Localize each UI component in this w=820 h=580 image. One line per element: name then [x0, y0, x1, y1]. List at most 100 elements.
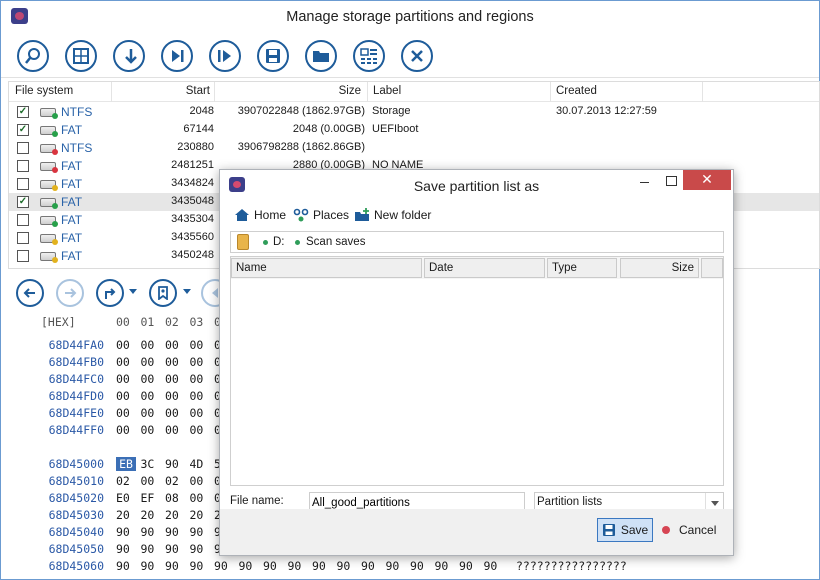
bookmark-dropdown-icon[interactable] [183, 289, 191, 294]
partition-checkbox[interactable] [17, 178, 29, 190]
hex-ascii[interactable]: ???????????????? [516, 559, 627, 573]
hex-byte[interactable]: 00 [190, 372, 210, 386]
hex-byte[interactable]: 00 [141, 372, 161, 386]
hex-byte[interactable]: 90 [165, 525, 185, 539]
hex-byte[interactable]: 00 [165, 355, 185, 369]
hex-byte[interactable]: 90 [165, 457, 185, 471]
partition-row[interactable]: ✓ FAT 67144 2048 (0.00GB) UEFIboot [9, 121, 819, 139]
column-header-created[interactable]: Created [556, 85, 597, 97]
hex-byte[interactable]: 00 [190, 389, 210, 403]
dialog-save-button[interactable]: Save [597, 518, 653, 542]
hex-byte[interactable]: 00 [190, 423, 210, 437]
hex-byte[interactable]: 00 [116, 372, 136, 386]
hex-byte[interactable]: 00 [141, 355, 161, 369]
hex-byte[interactable]: 20 [141, 508, 161, 522]
hex-byte[interactable]: 90 [263, 559, 283, 573]
hex-byte[interactable]: 3C [141, 457, 161, 471]
hex-byte[interactable]: 08 [165, 491, 185, 505]
hex-byte[interactable]: 90 [361, 559, 381, 573]
bookmark-button[interactable] [149, 279, 177, 307]
column-divider[interactable] [214, 82, 215, 102]
hex-byte[interactable]: 00 [165, 389, 185, 403]
column-divider[interactable] [367, 82, 368, 102]
hex-byte[interactable]: 90 [116, 542, 136, 556]
hex-byte[interactable]: 90 [410, 559, 430, 573]
hex-byte[interactable]: 90 [165, 559, 185, 573]
partition-checkbox[interactable] [17, 160, 29, 172]
column-divider[interactable] [111, 82, 112, 102]
jump-button[interactable] [96, 279, 124, 307]
hex-byte[interactable]: 00 [116, 406, 136, 420]
hex-byte[interactable]: 90 [141, 559, 161, 573]
hex-byte[interactable]: 00 [116, 389, 136, 403]
hex-byte[interactable]: 00 [190, 491, 210, 505]
column-header-size[interactable]: Size [620, 258, 699, 278]
hex-byte[interactable]: 90 [288, 559, 308, 573]
dialog-title-bar[interactable]: Save partition list as ✕ [220, 170, 733, 200]
hex-byte[interactable]: 4D [190, 457, 210, 471]
file-list[interactable]: Name Date Type Size [230, 256, 724, 486]
close-list-button[interactable] [401, 40, 433, 72]
hex-byte[interactable]: 00 [116, 355, 136, 369]
column-header-size[interactable]: Size [219, 85, 361, 97]
run-button[interactable] [209, 40, 241, 72]
hex-byte[interactable]: 00 [190, 406, 210, 420]
dialog-cancel-button[interactable]: Cancel [662, 518, 724, 542]
partition-checkbox[interactable]: ✓ [17, 124, 29, 136]
partition-checkbox[interactable] [17, 142, 29, 154]
hex-byte[interactable]: 90 [337, 559, 357, 573]
hex-byte[interactable]: 90 [190, 542, 210, 556]
hex-byte[interactable]: 00 [141, 338, 161, 352]
minimize-button[interactable] [630, 170, 658, 192]
column-header-extra[interactable] [701, 258, 723, 278]
hex-byte[interactable]: 90 [141, 525, 161, 539]
hex-byte[interactable]: 00 [190, 338, 210, 352]
partition-checkbox[interactable] [17, 250, 29, 262]
hex-byte[interactable]: 00 [190, 474, 210, 488]
hex-byte[interactable]: EB [116, 457, 136, 471]
column-header-start[interactable]: Start [114, 85, 210, 97]
hex-byte[interactable]: 90 [484, 559, 504, 573]
hex-byte[interactable]: EF [141, 491, 161, 505]
save-button[interactable] [257, 40, 289, 72]
partition-checkbox[interactable]: ✓ [17, 106, 29, 118]
hex-byte[interactable]: 20 [116, 508, 136, 522]
home-link[interactable]: Home [234, 208, 286, 222]
hex-byte[interactable]: 90 [116, 525, 136, 539]
maximize-button[interactable] [656, 170, 684, 192]
new-folder-link[interactable]: New folder [354, 208, 431, 222]
hex-byte[interactable]: 90 [214, 559, 234, 573]
hex-byte[interactable]: 20 [190, 508, 210, 522]
search-button[interactable] [17, 40, 49, 72]
jump-dropdown-icon[interactable] [129, 289, 137, 294]
hex-byte[interactable]: 00 [116, 338, 136, 352]
hex-byte[interactable]: 00 [165, 338, 185, 352]
open-button[interactable] [305, 40, 337, 72]
partition-row[interactable]: ✓ NTFS 2048 3907022848 (1862.97GB) Storage 30… [9, 103, 819, 121]
column-divider[interactable] [702, 82, 703, 102]
path-bar[interactable]: D: Scan saves [230, 231, 724, 253]
hex-byte[interactable]: 00 [165, 372, 185, 386]
hex-byte[interactable]: E0 [116, 491, 136, 505]
hex-byte[interactable]: 20 [165, 508, 185, 522]
partition-row[interactable]: NTFS 230880 3906798288 (1862.86GB) [9, 139, 819, 157]
hex-byte[interactable]: 90 [459, 559, 479, 573]
column-header-file-system[interactable]: File system [15, 85, 73, 97]
dialog-close-button[interactable]: ✕ [683, 170, 731, 190]
hex-byte[interactable]: 90 [141, 542, 161, 556]
hex-byte[interactable]: 02 [116, 474, 136, 488]
partition-checkbox[interactable] [17, 232, 29, 244]
forward-button[interactable] [56, 279, 84, 307]
hex-byte[interactable]: 00 [141, 474, 161, 488]
column-divider[interactable] [550, 82, 551, 102]
hex-byte[interactable]: 90 [239, 559, 259, 573]
grid-button[interactable] [65, 40, 97, 72]
column-header-date[interactable]: Date [424, 258, 545, 278]
hex-byte[interactable]: 00 [141, 423, 161, 437]
path-drive[interactable]: D: [273, 236, 285, 248]
hex-byte[interactable]: 90 [386, 559, 406, 573]
hex-byte[interactable]: 90 [190, 559, 210, 573]
hex-byte[interactable]: 90 [165, 542, 185, 556]
hex-byte[interactable]: 90 [116, 559, 136, 573]
hex-byte[interactable]: 90 [435, 559, 455, 573]
